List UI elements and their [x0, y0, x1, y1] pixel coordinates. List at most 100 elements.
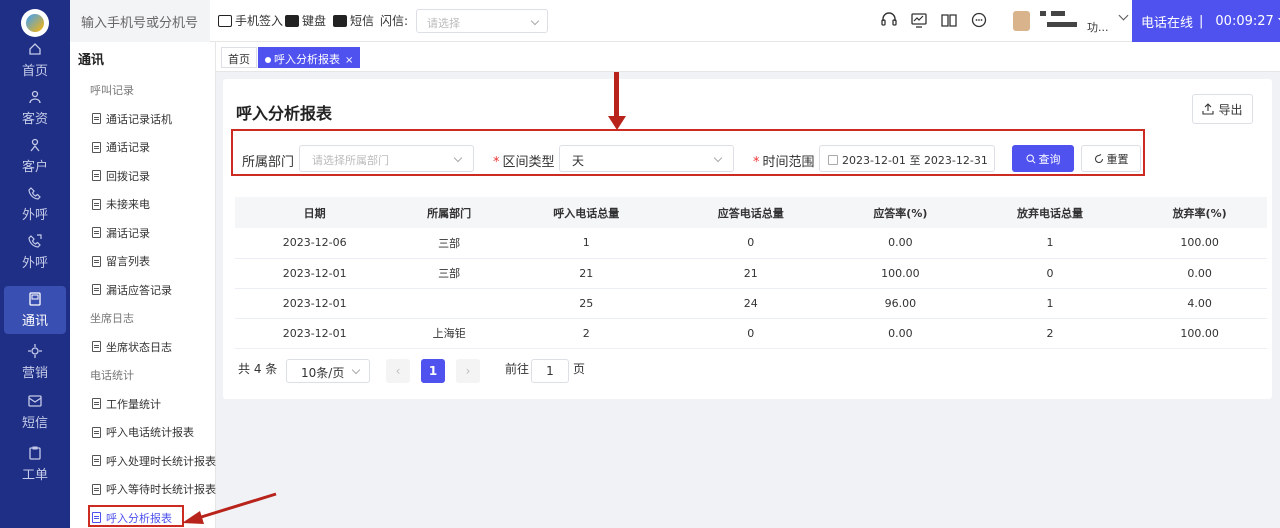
dept-select[interactable]: 请选择所属部门	[299, 145, 474, 172]
page-size-select[interactable]: 10条/页	[286, 359, 370, 383]
sub-group-label: 呼叫记录	[90, 84, 134, 97]
date-range-picker[interactable]: 2023-12-01 至 2023-12-31	[819, 145, 995, 172]
keyboard-button[interactable]: 键盘	[285, 12, 326, 29]
sub-item[interactable]: 呼入电话统计报表	[92, 424, 194, 440]
search-icon	[1025, 153, 1036, 164]
nav-item-label: 短信	[21, 416, 48, 431]
nav-item-1[interactable]: 客资	[0, 84, 70, 132]
sub-item[interactable]: 坐席状态日志	[92, 339, 172, 355]
column-header: 所属部门	[394, 197, 504, 228]
nav-item-label: 营销	[21, 366, 48, 381]
app-logo[interactable]	[21, 9, 49, 37]
document-icon	[92, 141, 101, 153]
main-nav: 首页 客资 客户 外呼 外呼 通讯 营销 短信 工单	[0, 0, 70, 528]
sub-item[interactable]: 工作量统计	[92, 396, 161, 412]
tab-home[interactable]: 首页	[221, 47, 257, 68]
chevron-down-icon	[530, 16, 540, 26]
nav-item-3[interactable]: 外呼	[0, 180, 70, 228]
nav-item-label: 外呼	[21, 256, 48, 271]
sms-icon	[28, 395, 42, 407]
close-icon[interactable]: ×	[345, 55, 353, 66]
headset-icon[interactable]	[878, 9, 900, 31]
dial-search-input[interactable]: 输入手机号或分机号	[70, 0, 210, 42]
sub-item[interactable]: 漏话记录	[92, 225, 150, 241]
sub-group-label: 电话统计	[90, 369, 134, 382]
report-table: 日期 所属部门 呼入电话总量 应答电话总量 应答率(%) 放弃电话总量 放弃率(%) 202…	[235, 197, 1267, 349]
annotation-arrow-head	[608, 116, 626, 130]
column-header: 呼入电话总量	[504, 197, 669, 228]
table-row: 2023-12-01 上海钜 2 0 0.00 2 100.00	[235, 318, 1267, 349]
next-page-button[interactable]: ›	[456, 359, 480, 383]
annotation-highlight-box	[88, 505, 184, 527]
query-button[interactable]: 查询	[1012, 145, 1074, 172]
nav-item-8[interactable]: 工单	[0, 440, 70, 488]
flash-select[interactable]: 请选择	[416, 9, 548, 33]
tab-inbound-analysis[interactable]: 呼入分析报表 ×	[258, 47, 361, 68]
goto-label: 前往	[505, 362, 530, 376]
sub-item[interactable]: 通话记录话机	[92, 111, 172, 127]
page-unit-label: 页	[573, 362, 586, 376]
phone-signin-icon	[218, 14, 232, 27]
column-header: 放弃率(%)	[1132, 197, 1267, 228]
sub-item[interactable]: 留言列表	[92, 253, 150, 269]
nav-item-4[interactable]: 外呼	[0, 228, 70, 276]
document-icon	[92, 255, 101, 267]
avatar[interactable]	[1013, 11, 1030, 31]
table-cell: 1	[504, 228, 669, 259]
table-cell: 2023-12-01	[235, 258, 395, 289]
refresh-icon	[1094, 153, 1103, 163]
sub-item[interactable]: 呼入处理时长统计报表	[92, 453, 216, 469]
sub-item[interactable]: 回拨记录	[92, 168, 150, 184]
phone-status-button[interactable]: 电话在线 | 00:09:27	[1132, 0, 1280, 42]
nav-item-0[interactable]: 首页	[0, 36, 70, 84]
chat-icon[interactable]	[968, 9, 990, 31]
interval-select[interactable]: 天	[559, 145, 734, 172]
document-icon	[92, 426, 101, 438]
nav-item-label: 客户	[21, 160, 48, 175]
nav-item-7[interactable]: 短信	[0, 388, 70, 436]
table-cell: 24	[668, 288, 833, 319]
table-cell: 0	[668, 318, 833, 349]
nav-item-2[interactable]: 客户	[0, 132, 70, 180]
table-cell	[394, 288, 504, 319]
document-icon	[92, 455, 101, 466]
ticket-icon	[29, 446, 41, 460]
leads-icon	[29, 90, 41, 104]
sub-item[interactable]: 漏话应答记录	[92, 282, 172, 298]
mail-icon	[333, 14, 347, 27]
sms-button[interactable]: 短信	[333, 12, 374, 29]
table-cell: 100.00	[1132, 228, 1267, 259]
sub-item[interactable]: 未接来电	[92, 196, 150, 212]
nav-item-label: 外呼	[21, 208, 48, 223]
sub-group-label: 坐席日志	[90, 312, 134, 325]
page-title: 呼入分析报表	[236, 104, 333, 123]
table-cell: 100.00	[1132, 318, 1267, 349]
table-cell: 96.00	[832, 288, 968, 319]
page-button-current[interactable]: 1	[421, 359, 445, 383]
tab-bar: 首页 呼入分析报表 ×	[216, 42, 1280, 72]
prev-page-button[interactable]: ‹	[386, 359, 410, 383]
sub-item[interactable]: 通话记录	[92, 139, 150, 155]
reset-button[interactable]: 重置	[1081, 145, 1141, 172]
phone-signin-button[interactable]: 手机签入	[218, 12, 283, 29]
home-icon	[29, 43, 41, 55]
annotation-arrow-diagonal	[182, 492, 277, 524]
monitor-chart-icon[interactable]	[908, 9, 930, 31]
nav-item-5[interactable]: 通讯	[4, 286, 66, 334]
document-icon	[92, 198, 101, 210]
interval-label: * 区间类型	[493, 155, 555, 170]
table-cell: 21	[668, 258, 833, 289]
book-icon[interactable]	[938, 9, 960, 31]
table-cell: 2023-12-01	[235, 318, 395, 349]
table-cell: 0.00	[832, 318, 968, 349]
goto-page-input[interactable]: 1	[531, 359, 569, 383]
table-cell: 0.00	[832, 228, 968, 259]
user-menu[interactable]: 功...	[1035, 8, 1130, 34]
export-button[interactable]: 导出	[1192, 94, 1253, 124]
table-cell: 100.00	[832, 258, 968, 289]
table-header-row: 日期 所属部门 呼入电话总量 应答电话总量 应答率(%) 放弃电话总量 放弃率(%)	[235, 197, 1267, 228]
chevron-down-icon	[713, 153, 723, 163]
flash-label: 闪信:	[380, 14, 409, 28]
table-cell: 三部	[394, 228, 504, 259]
nav-item-6[interactable]: 营销	[0, 338, 70, 386]
